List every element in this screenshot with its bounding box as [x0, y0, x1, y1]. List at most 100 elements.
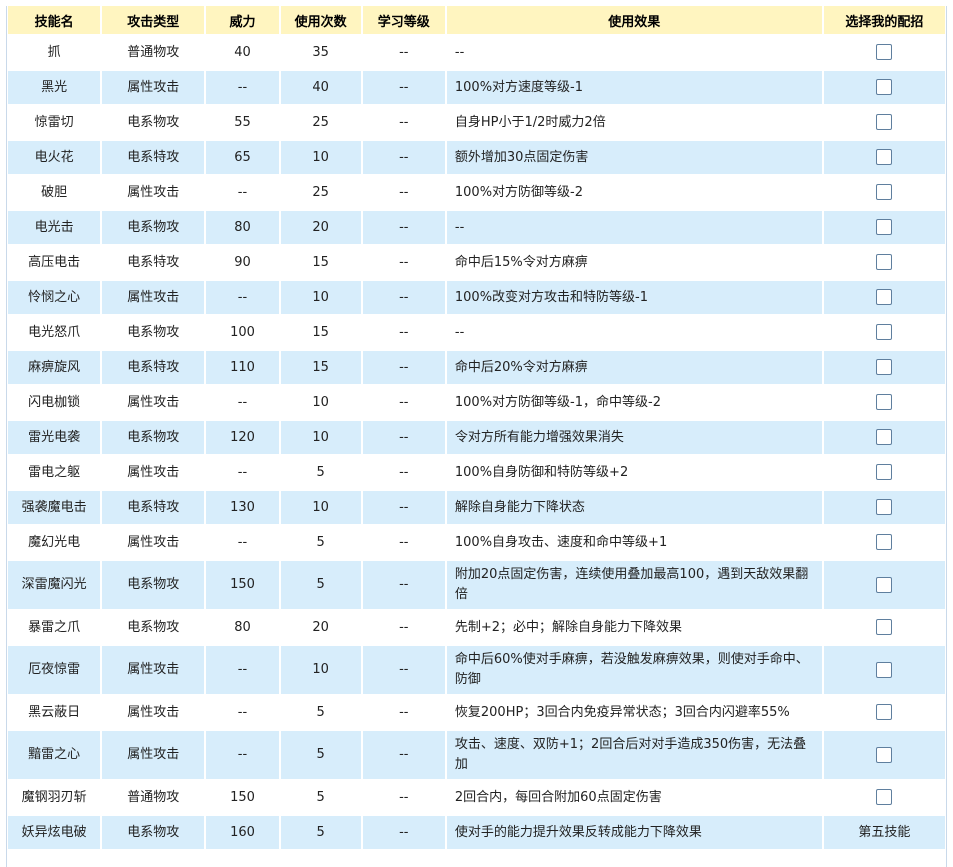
table-row: 深雷魔闪光 电系物攻 150 5 -- 附加20点固定伤害，连续使用叠加最高100，遇到天…: [8, 561, 945, 609]
skill-name-cell: 怜悯之心: [8, 281, 101, 314]
header-effect: 使用效果: [446, 6, 822, 34]
select-cell: [823, 561, 945, 609]
skill-name-cell: 高压电击: [8, 246, 101, 279]
effect-cell: 2回合内，每回合附加60点固定伤害: [446, 781, 822, 814]
select-skill-checkbox[interactable]: [876, 534, 893, 550]
select-skill-checkbox[interactable]: [876, 394, 893, 410]
select-skill-checkbox[interactable]: [876, 184, 893, 200]
power-cell: --: [206, 456, 279, 489]
learn-level-cell: --: [362, 246, 445, 279]
power-cell: --: [206, 281, 279, 314]
attack-type-cell: 属性攻击: [102, 526, 205, 559]
select-cell: [823, 36, 945, 69]
pp-cell: 20: [280, 211, 361, 244]
select-skill-checkbox[interactable]: [876, 254, 893, 270]
select-skill-checkbox[interactable]: [876, 746, 893, 763]
table-row: 怜悯之心 属性攻击 -- 10 -- 100%改变对方攻击和特防等级-1: [8, 281, 945, 314]
select-cell: [823, 316, 945, 349]
select-skill-checkbox[interactable]: [876, 619, 893, 635]
select-skill-checkbox[interactable]: [876, 149, 893, 165]
learn-level-cell: --: [362, 176, 445, 209]
select-cell: [823, 696, 945, 729]
effect-cell: 先制+2；必中；解除自身能力下降效果: [446, 611, 822, 644]
effect-cell: 命中后20%令对方麻痹: [446, 351, 822, 384]
learn-level-cell: --: [362, 71, 445, 104]
select-cell: [823, 731, 945, 779]
pp-cell: 10: [280, 421, 361, 454]
pp-cell: 5: [280, 696, 361, 729]
skill-name-cell: 黯雷之心: [8, 731, 101, 779]
table-row: 高压电击 电系特攻 90 15 -- 命中后15%令对方麻痹: [8, 246, 945, 279]
power-cell: --: [206, 71, 279, 104]
table-row: 电光击 电系物攻 80 20 -- --: [8, 211, 945, 244]
select-skill-checkbox[interactable]: [876, 464, 893, 480]
table-row: 魔钢羽刃斩 普通物攻 150 5 -- 2回合内，每回合附加60点固定伤害: [8, 781, 945, 814]
select-skill-checkbox[interactable]: [876, 44, 893, 60]
effect-cell: 100%对方速度等级-1: [446, 71, 822, 104]
table-row: 麻痹旋风 电系特攻 110 15 -- 命中后20%令对方麻痹: [8, 351, 945, 384]
pp-cell: 10: [280, 386, 361, 419]
pp-cell: 40: [280, 71, 361, 104]
select-skill-checkbox[interactable]: [876, 289, 893, 305]
attack-type-cell: 普通物攻: [102, 36, 205, 69]
effect-cell: 攻击、速度、双防+1；2回合后对对手造成350伤害，无法叠加: [446, 731, 822, 779]
attack-type-cell: 属性攻击: [102, 71, 205, 104]
learn-level-cell: --: [362, 781, 445, 814]
attack-type-cell: 电系物攻: [102, 816, 205, 849]
power-cell: 80: [206, 611, 279, 644]
power-cell: 120: [206, 421, 279, 454]
power-cell: 40: [206, 36, 279, 69]
effect-cell: 令对方所有能力增强效果消失: [446, 421, 822, 454]
table-row: 魔幻光电 属性攻击 -- 5 -- 100%自身攻击、速度和命中等级+1: [8, 526, 945, 559]
pp-cell: 15: [280, 316, 361, 349]
pp-cell: 5: [280, 456, 361, 489]
power-cell: 90: [206, 246, 279, 279]
select-skill-checkbox[interactable]: [876, 704, 893, 720]
attack-type-cell: 电系物攻: [102, 611, 205, 644]
attack-type-cell: 属性攻击: [102, 456, 205, 489]
skill-name-cell: 妖异炫电破: [8, 816, 101, 849]
table-row: 破胆 属性攻击 -- 25 -- 100%对方防御等级-2: [8, 176, 945, 209]
attack-type-cell: 属性攻击: [102, 386, 205, 419]
learn-level-cell: --: [362, 696, 445, 729]
attack-type-cell: 电系特攻: [102, 351, 205, 384]
select-cell: [823, 646, 945, 694]
pp-cell: 25: [280, 176, 361, 209]
power-cell: --: [206, 646, 279, 694]
table-row: 暴雷之爪 电系物攻 80 20 -- 先制+2；必中；解除自身能力下降效果: [8, 611, 945, 644]
attack-type-cell: 电系物攻: [102, 211, 205, 244]
select-cell: [823, 611, 945, 644]
skill-name-cell: 电火花: [8, 141, 101, 174]
select-skill-checkbox[interactable]: [876, 324, 893, 340]
effect-cell: 100%对方防御等级-1，命中等级-2: [446, 386, 822, 419]
select-cell: [823, 141, 945, 174]
select-cell: [823, 106, 945, 139]
effect-cell: --: [446, 316, 822, 349]
table-row: 妖异炫电破 电系物攻 160 5 -- 使对手的能力提升效果反转成能力下降效果 第五技能: [8, 816, 945, 849]
pp-cell: 5: [280, 731, 361, 779]
power-cell: 130: [206, 491, 279, 524]
pp-cell: 15: [280, 351, 361, 384]
select-skill-checkbox[interactable]: [876, 79, 893, 95]
select-skill-checkbox[interactable]: [876, 219, 893, 235]
learn-level-cell: --: [362, 211, 445, 244]
pp-cell: 20: [280, 611, 361, 644]
learn-level-cell: --: [362, 561, 445, 609]
select-skill-checkbox[interactable]: [876, 499, 893, 515]
select-cell: [823, 456, 945, 489]
select-cell: [823, 246, 945, 279]
select-skill-checkbox[interactable]: [876, 661, 893, 678]
effect-cell: 100%改变对方攻击和特防等级-1: [446, 281, 822, 314]
select-skill-checkbox[interactable]: [876, 114, 893, 130]
select-skill-checkbox[interactable]: [876, 359, 893, 375]
select-skill-checkbox[interactable]: [876, 576, 893, 593]
skill-table-container: 技能名 攻击类型 威力 使用次数 学习等级 使用效果 选择我的配招 抓普通物攻 40 35 -- -…: [6, 6, 947, 867]
select-skill-checkbox[interactable]: [876, 789, 893, 805]
power-cell: 150: [206, 561, 279, 609]
effect-cell: 100%自身防御和特防等级+2: [446, 456, 822, 489]
select-skill-checkbox[interactable]: [876, 429, 893, 445]
learn-level-cell: --: [362, 491, 445, 524]
learn-level-cell: --: [362, 611, 445, 644]
attack-type-cell: 电系特攻: [102, 141, 205, 174]
power-cell: --: [206, 731, 279, 779]
